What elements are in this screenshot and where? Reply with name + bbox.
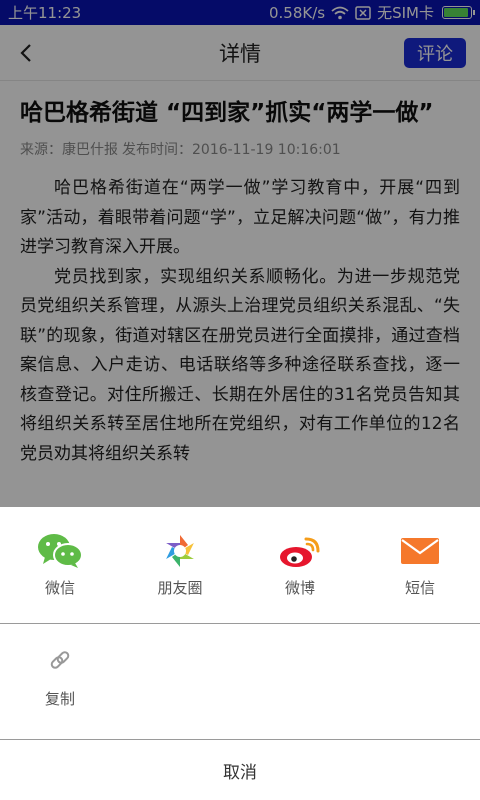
extra-actions: 复制 bbox=[0, 624, 480, 740]
share-weibo-button[interactable]: 微博 bbox=[240, 507, 360, 623]
sms-icon bbox=[400, 533, 440, 569]
copy-label: 复制 bbox=[44, 690, 75, 708]
share-wechat-label: 微信 bbox=[44, 579, 75, 597]
link-icon bbox=[49, 650, 71, 676]
share-moments-label: 朋友圈 bbox=[157, 579, 203, 597]
moments-icon bbox=[162, 533, 198, 569]
share-sheet: 微信 朋友圈 微博 短信 复制 取消 bbox=[0, 507, 480, 800]
wechat-icon bbox=[37, 533, 83, 569]
share-moments-button[interactable]: 朋友圈 bbox=[120, 507, 240, 623]
share-weibo-label: 微博 bbox=[284, 579, 315, 597]
share-wechat-button[interactable]: 微信 bbox=[0, 507, 120, 623]
share-sms-button[interactable]: 短信 bbox=[360, 507, 480, 623]
cancel-button[interactable]: 取消 bbox=[0, 740, 480, 800]
copy-link-button[interactable]: 复制 bbox=[30, 650, 90, 709]
share-sms-label: 短信 bbox=[404, 579, 435, 597]
weibo-icon bbox=[278, 533, 322, 569]
share-targets: 微信 朋友圈 微博 短信 bbox=[0, 507, 480, 624]
